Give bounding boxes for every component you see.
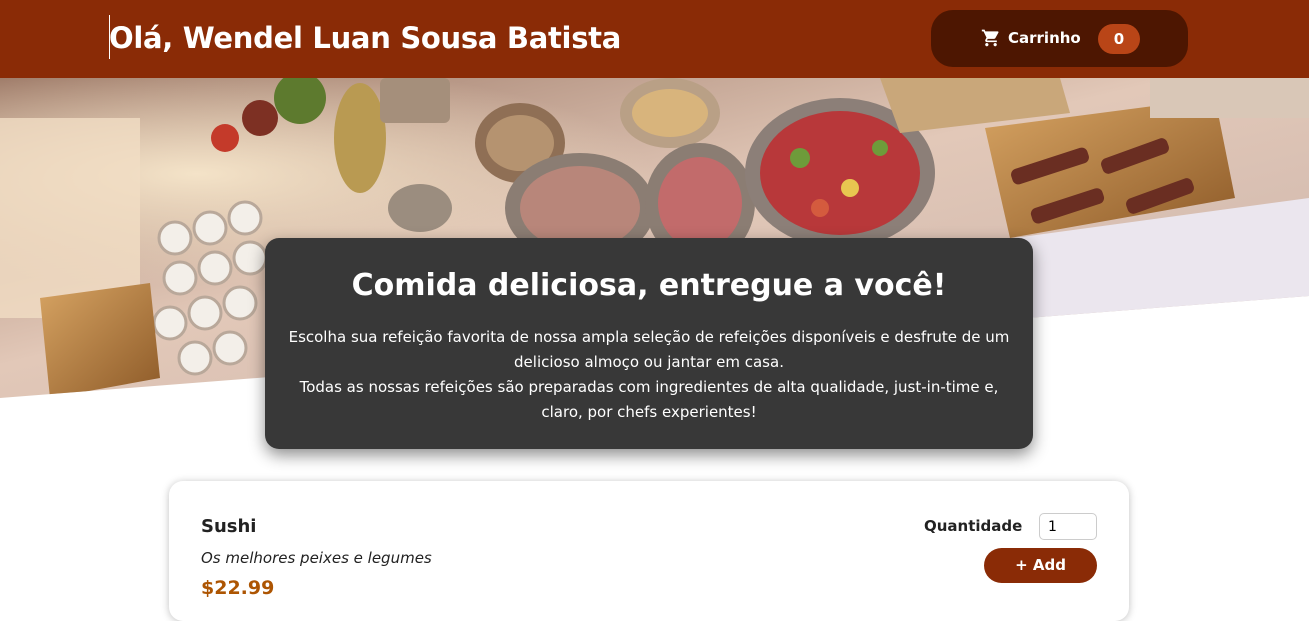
quantity-input[interactable] [1039, 513, 1097, 540]
meal-name: Sushi [201, 516, 257, 537]
cart-button[interactable]: Carrinho 0 [931, 10, 1188, 67]
quantity-label: Quantidade [924, 517, 1023, 535]
add-to-cart-button[interactable]: + Add [984, 548, 1097, 583]
cart-count-badge: 0 [1098, 24, 1140, 54]
greeting-title: Olá, Wendel Luan Sousa Batista [109, 21, 621, 55]
meal-price: $22.99 [201, 577, 275, 599]
summary-paragraph: Escolha sua refeição favorita de nossa a… [288, 328, 1010, 371]
summary-card: Comida deliciosa, entregue a você! Escol… [265, 238, 1033, 449]
meal-description: Os melhores peixes e legumes [201, 549, 432, 567]
summary-title: Comida deliciosa, entregue a você! [351, 268, 947, 303]
app-header: Olá, Wendel Luan Sousa Batista Carrinho … [0, 0, 1309, 78]
meals-list-card: Sushi Os melhores peixes e legumes $22.9… [169, 481, 1129, 621]
cart-icon [981, 29, 999, 47]
summary-paragraph: Todas as nossas refeições são preparadas… [299, 378, 999, 421]
cart-label: Carrinho [1008, 29, 1081, 47]
